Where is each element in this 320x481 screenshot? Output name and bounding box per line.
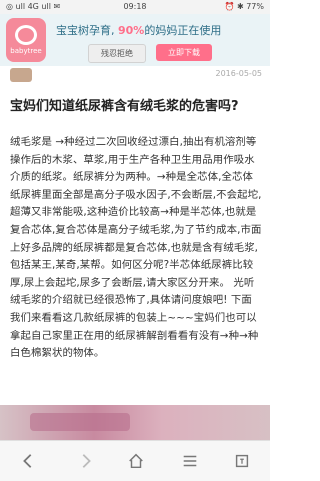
forward-icon[interactable]	[74, 449, 98, 473]
banner-prompt-percent: 90%	[118, 24, 145, 37]
babytree-logo-mark-icon	[15, 25, 37, 45]
banner-prompt-suffix: 的妈妈正在使用	[144, 24, 222, 37]
banner-prompt-prefix: 宝宝树孕育,	[56, 24, 118, 37]
tabs-icon[interactable]	[230, 449, 254, 473]
download-now-button[interactable]: 立即下载	[156, 44, 212, 61]
post-date: 2016-05-05	[215, 69, 263, 78]
post-image	[0, 405, 270, 440]
post-body: 绒毛浆是 →种经过二次回收经过漂白,抽出有机溶剂等操作后的木浆、草浆,用于生产各…	[10, 136, 262, 360]
menu-icon[interactable]	[178, 449, 202, 473]
author-strip: 2016-05-05	[0, 66, 270, 82]
dismiss-button[interactable]: 残忍拒绝	[88, 44, 146, 63]
app-download-banner: babytree 宝宝树孕育, 90%的妈妈正在使用 残忍拒绝 立即下载	[0, 14, 270, 66]
product-photo-shape	[30, 413, 130, 431]
browser-bottom-nav	[0, 440, 270, 481]
status-bar: ◎ ull 4G ull ✉ 09:18 ⏰ ✱ 77%	[0, 0, 270, 14]
post-title: 宝妈们知道纸尿裤含有绒毛浆的危害吗?	[10, 99, 239, 114]
status-battery-info: ⏰ ✱ 77%	[224, 2, 264, 11]
back-icon[interactable]	[16, 449, 40, 473]
banner-prompt: 宝宝树孕育, 90%的妈妈正在使用	[56, 22, 221, 38]
babytree-logo: babytree	[6, 18, 46, 62]
avatar[interactable]	[10, 68, 32, 82]
home-icon[interactable]	[124, 449, 148, 473]
babytree-logo-text: babytree	[10, 47, 42, 55]
